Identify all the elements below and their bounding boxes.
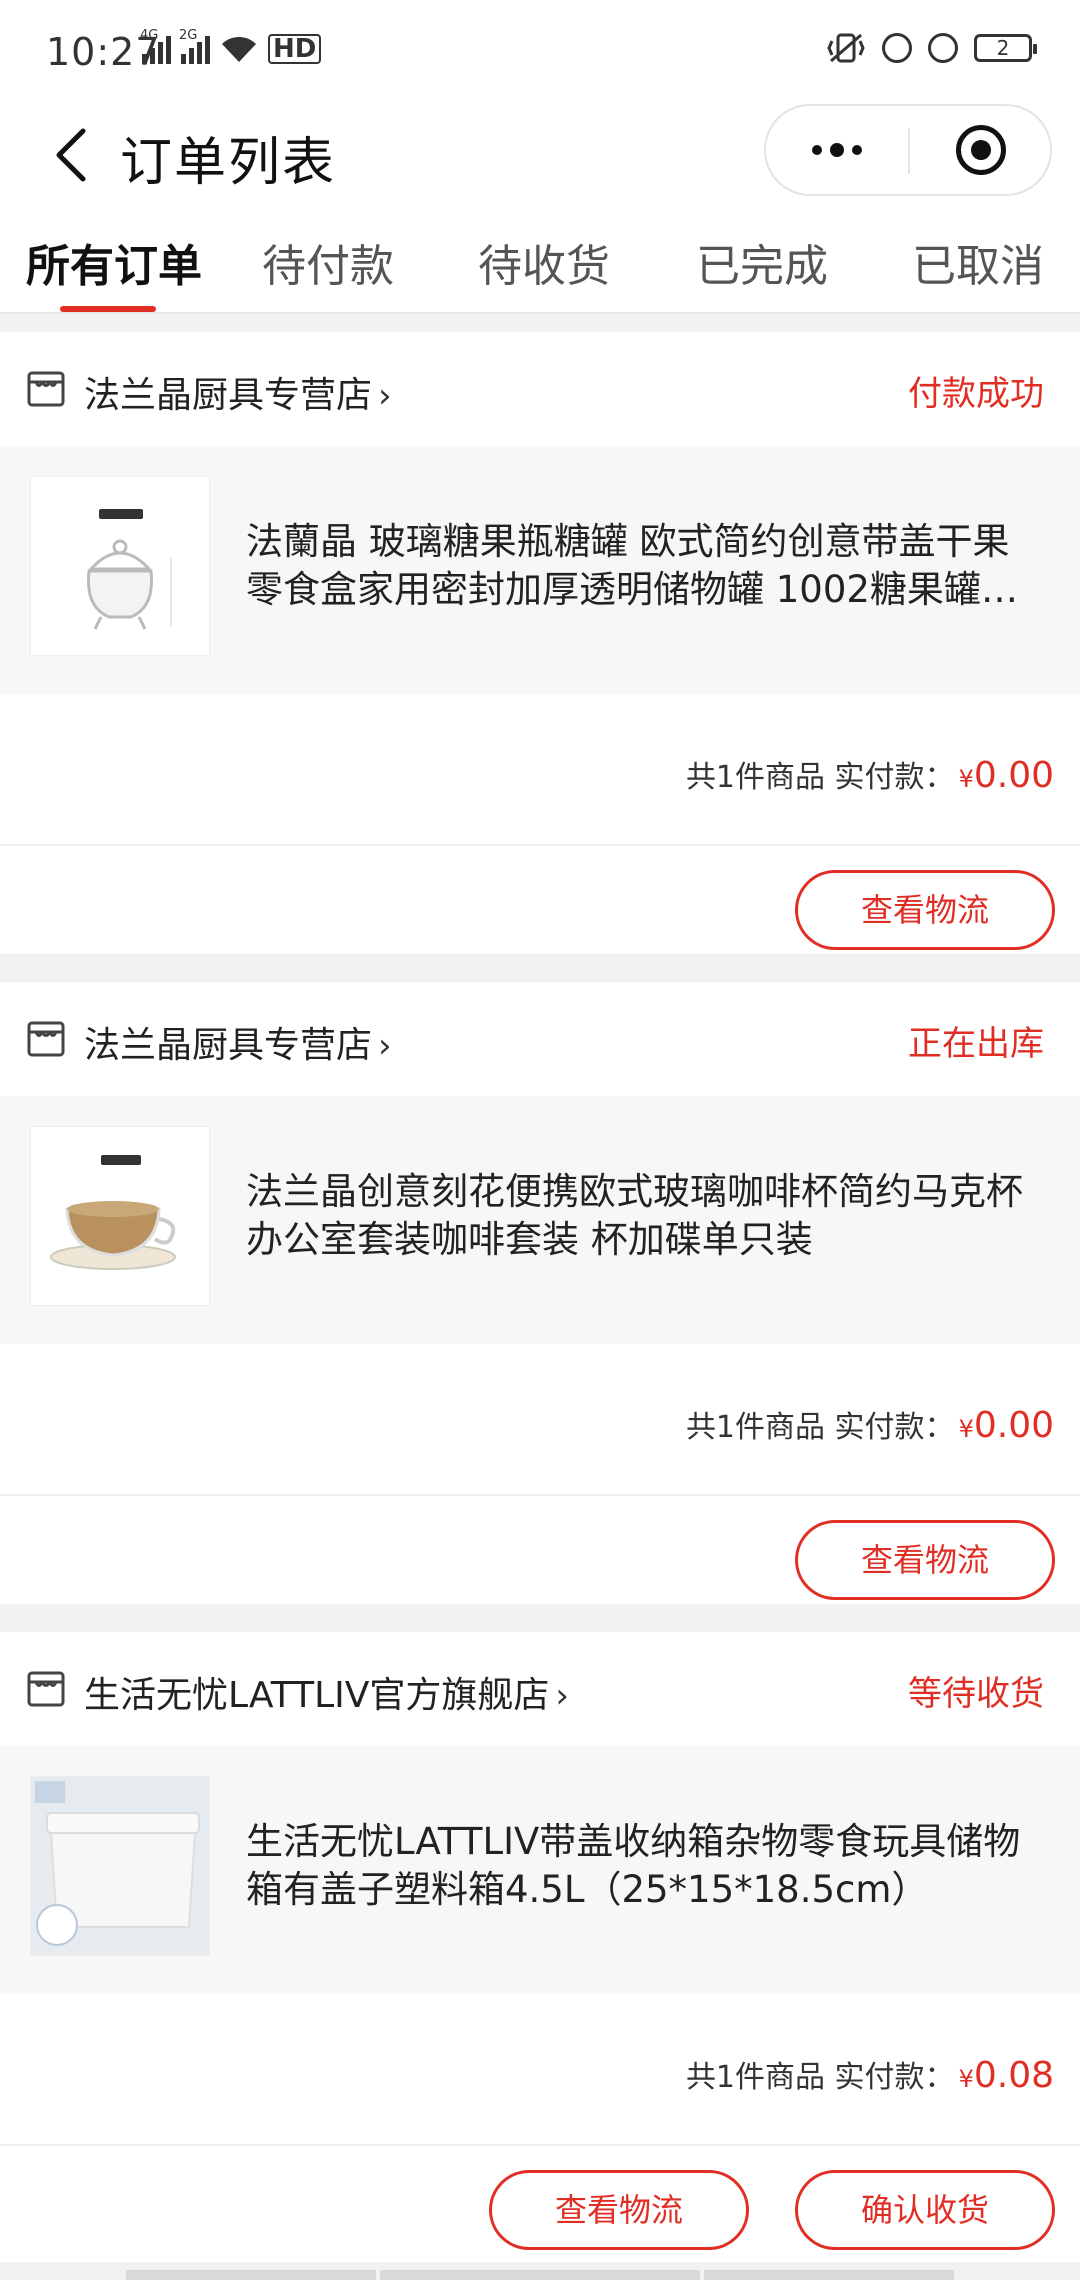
- divider: [0, 2144, 1080, 2146]
- store-icon: [27, 1671, 65, 1707]
- product-title: 生活无忧LATTLIV带盖收纳箱杂物零食玩具储物箱有盖子塑料箱4.5L（25*1…: [246, 1820, 1021, 1911]
- view-logistics-button[interactable]: 查看物流: [489, 2170, 749, 2250]
- order-summary: 共1件商品 实付款： ¥0.08: [686, 2052, 1054, 2096]
- goods-item[interactable]: 法蘭晶 玻璃糖果瓶糖罐 欧式简约创意带盖干果零食盒家用密封加厚透明储物罐 100…: [0, 446, 1080, 694]
- product-thumbnail: [30, 476, 210, 656]
- chevron-left-icon: [56, 128, 86, 182]
- shop-name-text: 法兰晶厨具专营店: [84, 1025, 373, 1066]
- storage-box-image: [31, 1777, 209, 1955]
- page-title: 订单列表: [120, 133, 337, 193]
- product-thumbnail: [30, 1776, 210, 1956]
- shop-name[interactable]: 法兰晶厨具专营店 ›: [84, 1016, 392, 1068]
- active-tab-indicator: [60, 306, 156, 312]
- candy-jar-image: [86, 509, 172, 630]
- order-card: 法兰晶厨具专营店 › 正在出库 法兰晶创意刻花便携欧式玻璃咖啡杯简约马克杯办公室套…: [0, 982, 1080, 1604]
- store-icon: [27, 371, 65, 407]
- more-dot-icon: [852, 145, 862, 155]
- chevron-right-icon: ›: [555, 1676, 569, 1716]
- tab-all-orders[interactable]: 所有订单: [26, 230, 202, 294]
- paid-amount: 0.00: [973, 1405, 1054, 1446]
- alarm-icon: [928, 33, 958, 63]
- paid-amount: 0.08: [973, 2055, 1054, 2096]
- shop-name-text: 生活无忧LATTLIV官方旗舰店: [84, 1675, 550, 1716]
- page: 10:27 4G 2G HD 2 订单列表 所有订单 待付款 待收货 已完成 已…: [0, 0, 1080, 2280]
- shop-name-text: 法兰晶厨具专营店: [84, 375, 373, 416]
- lock-rotation-icon: [882, 33, 912, 63]
- tab-cancelled[interactable]: 已取消: [912, 230, 1044, 294]
- signal-4g-icon: 4G: [140, 28, 171, 64]
- divider: [0, 1494, 1080, 1496]
- view-logistics-button[interactable]: 查看物流: [795, 870, 1055, 950]
- next-order-edge: [0, 2262, 1080, 2280]
- product-title: 法兰晶创意刻花便携欧式玻璃咖啡杯简约马克杯办公室套装咖啡套装 杯加碟单只装: [246, 1170, 1023, 1261]
- network-icons: 4G 2G HD: [140, 28, 322, 64]
- back-button[interactable]: [36, 122, 106, 188]
- order-status: 付款成功: [908, 374, 1044, 414]
- currency-symbol: ¥: [958, 1415, 974, 1443]
- coffee-cup-image: [50, 1155, 176, 1270]
- tab-pending-receipt[interactable]: 待收货: [478, 230, 610, 294]
- vibrate-icon: [827, 33, 865, 63]
- order-tabs: 所有订单 待付款 待收货 已完成 已取消: [0, 210, 1080, 314]
- hd-icon: HD: [268, 34, 322, 64]
- bottom-segment: [126, 2270, 376, 2280]
- wifi-icon: [222, 36, 256, 62]
- more-button[interactable]: [766, 106, 908, 194]
- order-summary: 共1件商品 实付款： ¥0.00: [686, 1402, 1054, 1446]
- more-dot-icon: [830, 143, 844, 157]
- order-status: 正在出库: [908, 1024, 1044, 1064]
- chevron-right-icon: ›: [378, 1026, 392, 1066]
- nav-bar: 订单列表: [0, 100, 1080, 210]
- goods-item[interactable]: 法兰晶创意刻花便携欧式玻璃咖啡杯简约马克杯办公室套装咖啡套装 杯加碟单只装: [0, 1096, 1080, 1344]
- target-icon: [956, 125, 1006, 175]
- divider: [0, 844, 1080, 846]
- more-dot-icon: [812, 145, 822, 155]
- view-logistics-button[interactable]: 查看物流: [795, 1520, 1055, 1600]
- shop-row[interactable]: 法兰晶厨具专营店 › 正在出库: [0, 982, 1080, 1096]
- shop-name[interactable]: 法兰晶厨具专营店 ›: [84, 366, 392, 418]
- shop-row[interactable]: 生活无忧LATTLIV官方旗舰店 › 等待收货: [0, 1632, 1080, 1746]
- summary-label: 共1件商品 实付款：: [685, 760, 955, 795]
- order-card: 法兰晶厨具专营店 › 付款成功 法蘭晶 玻璃糖果瓶糖罐 欧式简约创意带盖干果零食盒…: [0, 332, 1080, 954]
- currency-symbol: ¥: [958, 765, 974, 793]
- system-icons: 2: [826, 32, 1037, 64]
- product-thumbnail: [30, 1126, 210, 1306]
- order-summary: 共1件商品 实付款： ¥0.00: [686, 752, 1054, 796]
- mini-program-capsule: [764, 104, 1052, 196]
- chevron-right-icon: ›: [378, 376, 392, 416]
- tab-completed[interactable]: 已完成: [696, 230, 828, 294]
- net-type-label: 4G: [140, 28, 159, 43]
- battery-icon: 2: [974, 34, 1037, 62]
- store-icon: [27, 1021, 65, 1057]
- shop-name[interactable]: 生活无忧LATTLIV官方旗舰店 ›: [84, 1666, 569, 1718]
- product-title: 法蘭晶 玻璃糖果瓶糖罐 欧式简约创意带盖干果零食盒家用密封加厚透明储物罐 100…: [246, 520, 1010, 611]
- bottom-segment: [380, 2270, 700, 2280]
- summary-label: 共1件商品 实付款：: [685, 1410, 955, 1445]
- net-type-label-2: 2G: [179, 28, 198, 43]
- summary-label: 共1件商品 实付款：: [685, 2060, 955, 2095]
- order-status: 等待收货: [908, 1674, 1044, 1714]
- confirm-receipt-button[interactable]: 确认收货: [795, 2170, 1055, 2250]
- close-mini-program-button[interactable]: [912, 106, 1050, 194]
- bottom-segment: [704, 2270, 954, 2280]
- signal-2g-icon: 2G: [179, 28, 210, 64]
- status-bar: 10:27 4G 2G HD 2: [0, 0, 1080, 100]
- goods-item[interactable]: 生活无忧LATTLIV带盖收纳箱杂物零食玩具储物箱有盖子塑料箱4.5L（25*1…: [0, 1746, 1080, 1994]
- shop-row[interactable]: 法兰晶厨具专营店 › 付款成功: [0, 332, 1080, 446]
- currency-symbol: ¥: [958, 2065, 974, 2093]
- capsule-divider: [908, 128, 910, 174]
- tab-pending-payment[interactable]: 待付款: [262, 230, 394, 294]
- paid-amount: 0.00: [973, 755, 1054, 796]
- order-card: 生活无忧LATTLIV官方旗舰店 › 等待收货 生活无忧LATTLIV带盖收纳箱杂…: [0, 1632, 1080, 2262]
